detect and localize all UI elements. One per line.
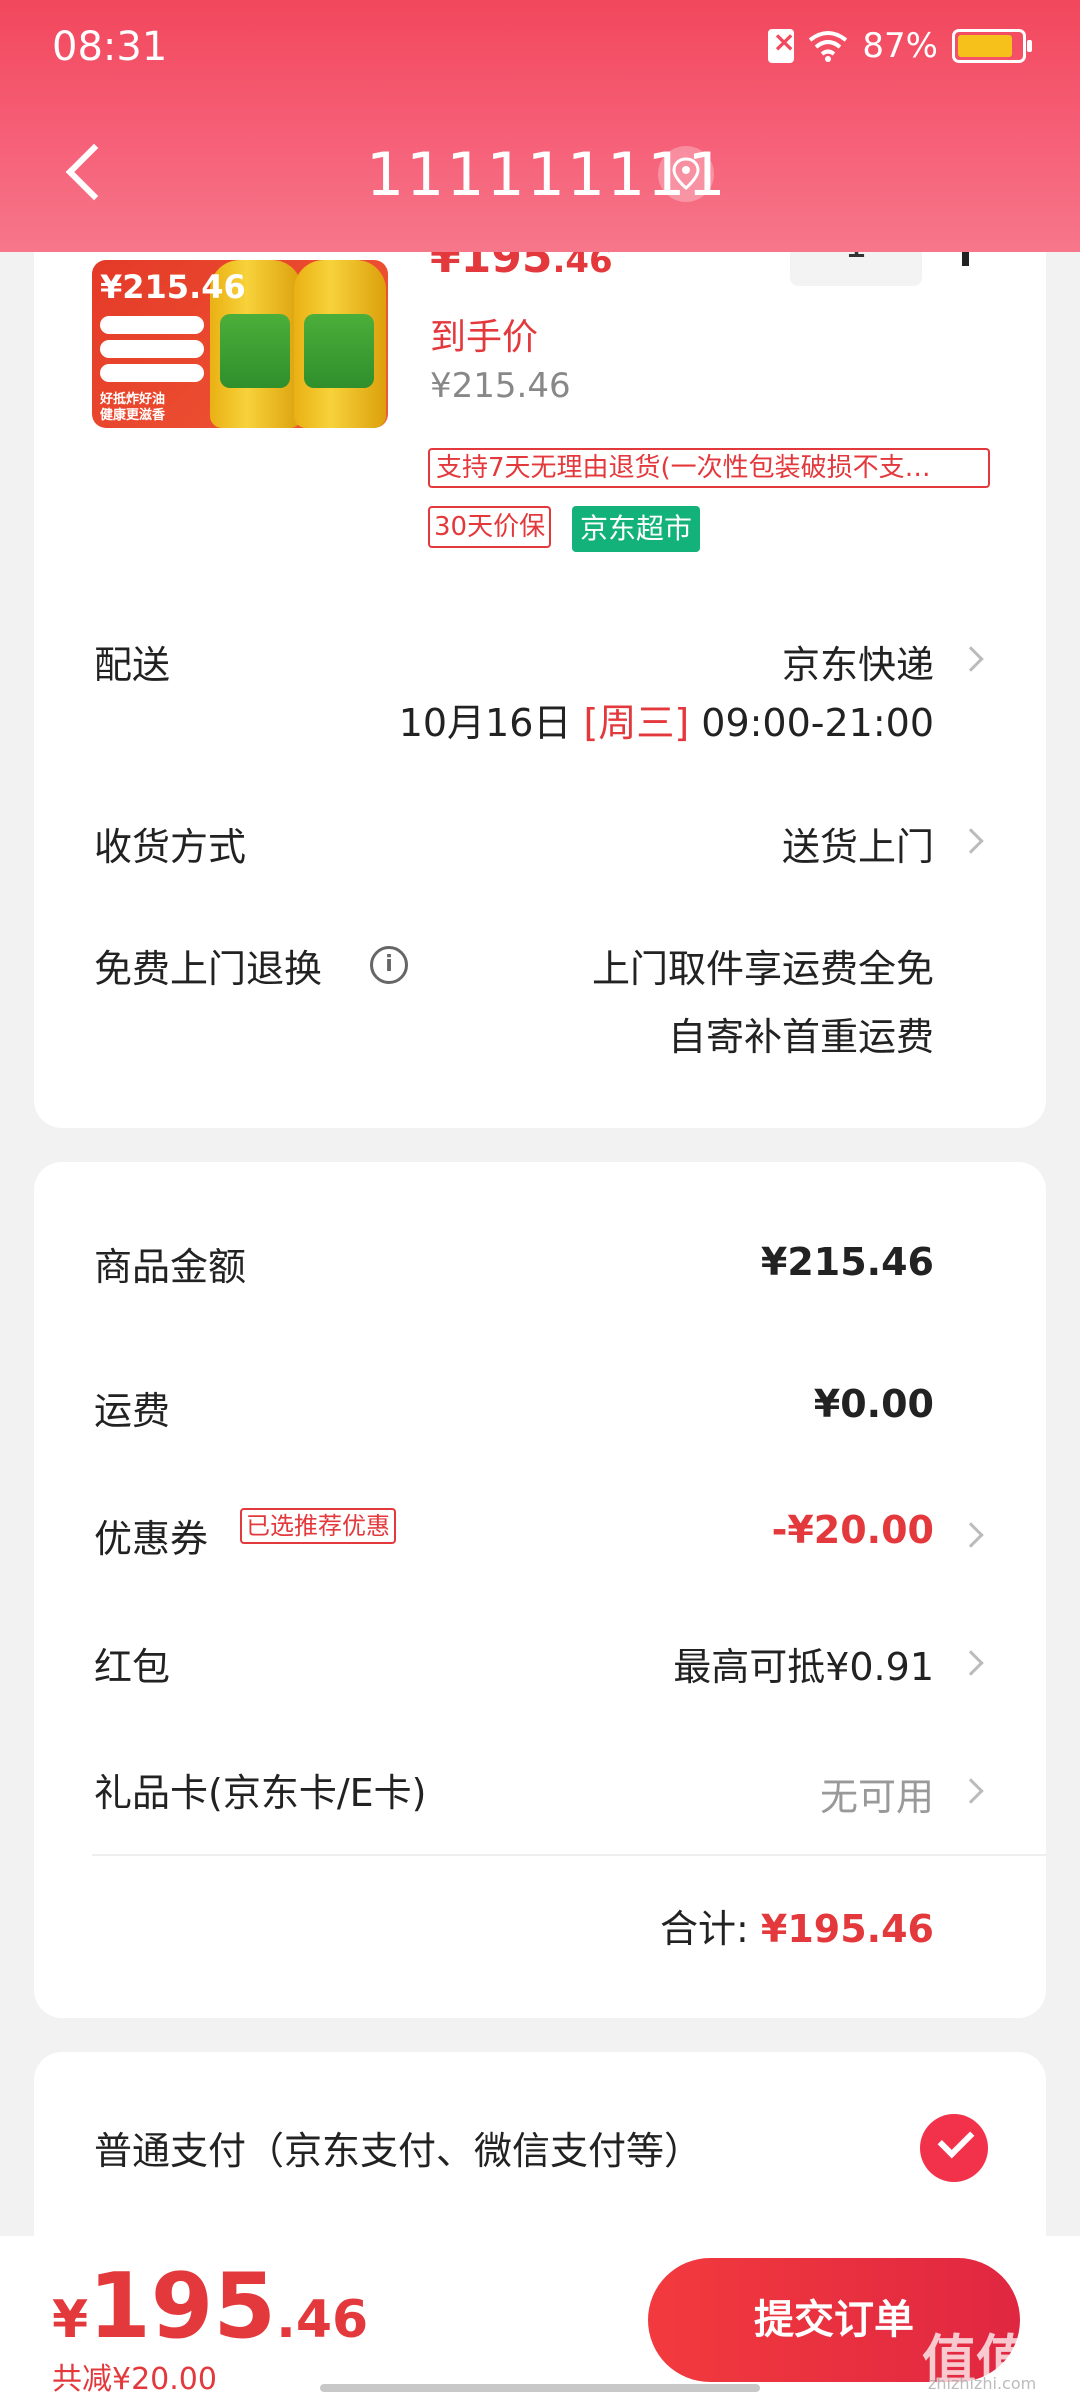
receive-chevron-icon[interactable] [958, 828, 984, 854]
location-pin-icon [672, 157, 700, 190]
summary-divider [92, 1854, 1046, 1856]
delivery-chevron-icon[interactable] [958, 646, 984, 672]
order-total: 合计: ¥195.46 [660, 1907, 934, 1951]
free-return-line2: 自寄补首重运费 [667, 1015, 934, 1059]
info-icon[interactable]: i [370, 946, 408, 984]
checkout-bar: ¥195.46 共减¥20.00 提交订单 值值值 zhizhizhi.com [0, 2236, 1080, 2400]
receive-method-value[interactable]: 送货上门 [782, 816, 934, 871]
product-image[interactable]: ¥215.46 好抵炸好油 健康更滋香 [92, 260, 388, 428]
goods-amount-label: 商品金额 [94, 1245, 247, 1289]
coupon-chevron-icon[interactable] [958, 1522, 984, 1548]
giftcard-label: 礼品卡(京东卡/E卡) [94, 1771, 427, 1815]
price-label: 到手价 [430, 317, 539, 358]
receive-method-label: 收货方式 [94, 825, 247, 869]
giftcard-value[interactable]: 无可用 [820, 1766, 934, 1821]
free-return-label: 免费上门退换 [94, 947, 323, 991]
price-summary-card: 商品金额 ¥215.46 运费 ¥0.00 优惠券 已选推荐优惠 -¥20.00… [34, 1162, 1046, 2018]
total-saved: 共减¥20.00 [52, 2362, 217, 2397]
delivery-carrier[interactable]: 京东快递 [782, 634, 934, 689]
site-watermark-url: zhizhizhi.com [928, 2374, 1037, 2393]
header-bar: 08:31 87% 111111111 [0, 0, 1080, 252]
status-bar: 08:31 87% [0, 0, 1080, 100]
delivery-label: 配送 [94, 643, 171, 687]
redpacket-value[interactable]: 最高可抵¥0.91 [673, 1636, 934, 1691]
coupon-badge: 已选推荐优惠 [240, 1508, 396, 1544]
redpacket-chevron-icon[interactable] [958, 1650, 984, 1676]
location-button[interactable] [658, 146, 714, 202]
status-icons: 87% [768, 25, 1032, 66]
coupon-label: 优惠券 [94, 1517, 209, 1561]
redpacket-label: 红包 [94, 1645, 171, 1689]
delivery-time[interactable]: 10月16日 [周三] 09:00-21:00 [399, 692, 934, 747]
order-item-card: ¥215.46 好抵炸好油 健康更滋香 ¥195.46 到手价 ¥215.46 … [34, 160, 1046, 1128]
coupon-value[interactable]: -¥20.00 [772, 1508, 934, 1552]
price-protect-tag: 30天价保 [428, 506, 552, 548]
shipping-value: ¥0.00 [813, 1382, 934, 1426]
payment-method-label[interactable]: 普通支付（京东支付、微信支付等） [94, 2120, 702, 2175]
goods-amount-value: ¥215.46 [760, 1240, 934, 1284]
giftcard-chevron-icon[interactable] [958, 1778, 984, 1804]
free-return-line1: 上门取件享运费全免 [591, 947, 934, 991]
status-time: 08:31 [52, 24, 168, 70]
battery-percent: 87% [862, 26, 938, 66]
jd-supermarket-tag: 京东超市 [572, 506, 701, 552]
battery-icon [952, 29, 1032, 63]
shipping-label: 运费 [94, 1389, 171, 1433]
back-button[interactable] [56, 138, 116, 218]
original-price: ¥215.46 [430, 366, 571, 406]
return-policy-tag[interactable]: 支持7天无理由退货(一次性包装破损不支… [428, 448, 990, 488]
product-image-slogan: 好抵炸好油 健康更滋香 [100, 392, 166, 423]
checkout-total-price: ¥195.46 [52, 2254, 369, 2359]
checkmark-icon[interactable] [920, 2114, 988, 2182]
wifi-icon [809, 31, 848, 62]
product-image-price: ¥215.46 [100, 268, 246, 306]
no-sim-icon [768, 25, 796, 63]
home-indicator[interactable] [320, 2384, 760, 2392]
